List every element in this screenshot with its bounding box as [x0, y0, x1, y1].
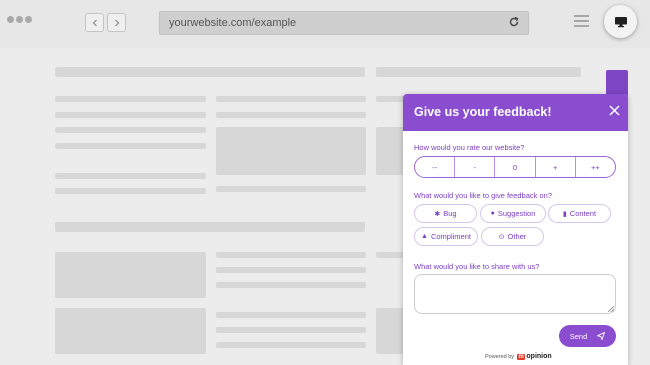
placeholder-line: [216, 342, 366, 348]
rating-option-positive[interactable]: +: [536, 157, 576, 177]
send-button[interactable]: Send: [559, 325, 616, 347]
browser-window: yourwebsite.com/example Give us your fee…: [0, 0, 650, 365]
forward-button[interactable]: [107, 13, 126, 32]
placeholder-line: [216, 327, 366, 333]
placeholder-line: [216, 282, 366, 288]
placeholder-block: [55, 67, 365, 77]
window-dot-1: [7, 16, 14, 23]
circle-dot-icon: ⊙: [498, 233, 505, 241]
menu-icon[interactable]: [574, 15, 590, 28]
mopinion-logo: m opinion: [517, 353, 552, 360]
placeholder-image: [55, 308, 206, 354]
placeholder-block: [55, 222, 365, 232]
placeholder-line: [216, 112, 366, 118]
rating-option-neutral[interactable]: 0: [495, 157, 536, 177]
type-suggestion-label: Suggestion: [497, 209, 536, 218]
type-content-button[interactable]: ▮ Content: [548, 204, 611, 223]
type-compliment-label: Compliment: [430, 232, 471, 241]
powered-by: Powered by m opinion: [485, 353, 552, 360]
placeholder-image: [55, 252, 206, 298]
chevron-left-icon: [92, 19, 97, 26]
placeholder-line: [216, 186, 366, 192]
device-toggle-button[interactable]: [604, 5, 637, 38]
placeholder-line: [376, 96, 406, 102]
placeholder-image: [216, 127, 366, 175]
window-dot-2: [16, 16, 23, 23]
close-icon[interactable]: [609, 105, 620, 116]
rating-scale: -- - 0 + ++: [414, 156, 616, 178]
type-suggestion-button[interactable]: ● Suggestion: [480, 204, 546, 223]
placeholder-line: [55, 127, 206, 133]
powered-by-text: Powered by: [485, 353, 515, 360]
rating-question: How would you rate our website?: [414, 143, 525, 152]
type-compliment-button[interactable]: ▲ Compliment: [414, 227, 478, 246]
type-content-label: Content: [569, 209, 597, 218]
paper-plane-icon: [597, 332, 606, 340]
placeholder-line: [216, 312, 366, 318]
comment-textarea[interactable]: [414, 274, 616, 314]
placeholder-line: [55, 143, 206, 149]
rating-option-very-positive[interactable]: ++: [576, 157, 615, 177]
placeholder-line: [216, 96, 366, 102]
type-bug-button[interactable]: ✱ Bug: [414, 204, 477, 223]
resize-grip-icon[interactable]: [608, 306, 614, 312]
address-bar[interactable]: yourwebsite.com/example: [159, 11, 529, 35]
browser-toolbar: yourwebsite.com/example: [0, 0, 650, 48]
type-other-label: Other: [507, 232, 527, 241]
share-question: What would you like to share with us?: [414, 262, 540, 271]
placeholder-line: [216, 252, 366, 258]
type-other-button[interactable]: ⊙ Other: [481, 227, 544, 246]
placeholder-block: [376, 67, 581, 77]
feedback-title: Give us your feedback!: [414, 105, 552, 119]
bug-icon: ✱: [434, 210, 441, 218]
placeholder-line: [55, 96, 206, 102]
monitor-icon: [614, 16, 627, 27]
window-dot-3: [25, 16, 32, 23]
thumbs-up-icon: ▲: [421, 233, 428, 240]
placeholder-line: [55, 173, 206, 179]
placeholder-line: [216, 267, 366, 273]
speech-bubble-icon: ●: [490, 210, 495, 217]
rating-option-negative[interactable]: -: [455, 157, 496, 177]
feedback-panel: Give us your feedback! How would you rat…: [403, 94, 628, 365]
type-bug-label: Bug: [443, 209, 457, 218]
placeholder-line: [55, 188, 206, 194]
placeholder-image: [376, 308, 406, 354]
placeholder-image: [376, 127, 406, 175]
send-label: Send: [569, 331, 588, 341]
logo-text: opinion: [526, 353, 552, 360]
back-button[interactable]: [85, 13, 104, 32]
document-icon: ▮: [562, 210, 567, 218]
rating-option-very-negative[interactable]: --: [415, 157, 456, 177]
feedback-header: Give us your feedback!: [403, 94, 628, 131]
feedback-type-question: What would you like to give feedback on?: [414, 191, 552, 200]
chevron-right-icon: [114, 19, 119, 26]
logo-mark: m: [517, 353, 526, 360]
placeholder-line: [376, 252, 406, 258]
reload-icon[interactable]: [508, 16, 520, 28]
placeholder-line: [55, 112, 206, 118]
url-text: yourwebsite.com/example: [169, 17, 297, 29]
